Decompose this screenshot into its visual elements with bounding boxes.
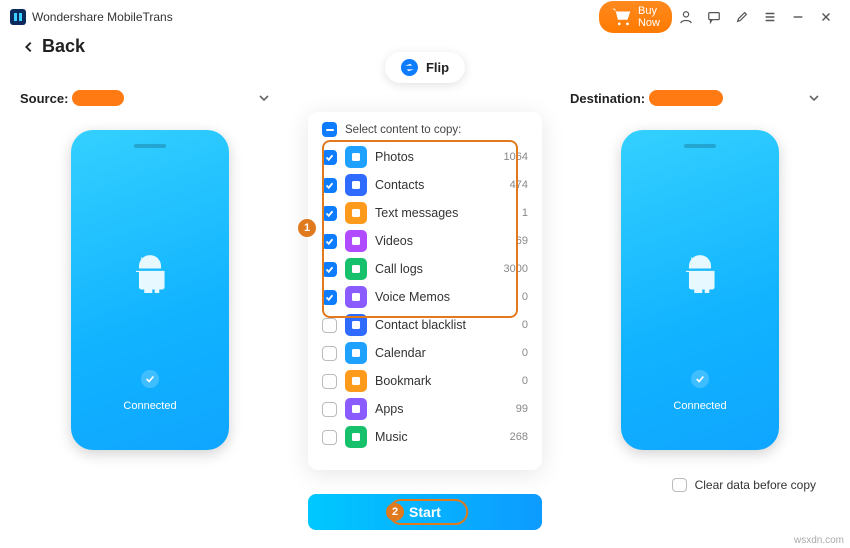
content-checkbox[interactable] — [322, 430, 337, 445]
content-name: Apps — [375, 402, 492, 416]
source-label: Source: — [20, 91, 68, 106]
check-icon — [141, 370, 159, 388]
content-checkbox[interactable] — [322, 374, 337, 389]
titlebar: Wondershare MobileTrans Buy Now — [0, 0, 850, 34]
content-count: 0 — [500, 319, 528, 331]
watermark: wsxdn.com — [794, 535, 844, 546]
start-button[interactable]: Start 2 — [308, 494, 542, 530]
menu-icon[interactable] — [756, 3, 784, 31]
buy-now-button[interactable]: Buy Now — [599, 1, 672, 33]
android-icon — [129, 252, 171, 294]
content-name: Calendar — [375, 346, 492, 360]
destination-selector[interactable]: Destination: — [570, 90, 830, 106]
content-name: Bookmark — [375, 374, 492, 388]
select-header: Select content to copy: — [345, 124, 461, 136]
destination-label: Destination: — [570, 91, 645, 106]
select-all-checkbox[interactable] — [322, 122, 337, 137]
app-icon — [10, 9, 26, 25]
swap-icon — [401, 59, 418, 76]
content-count: 0 — [500, 347, 528, 359]
chevron-down-icon — [808, 92, 820, 104]
content-type-icon — [345, 370, 367, 392]
annotation-badge-2: 2 — [386, 503, 404, 521]
annotation-box-1 — [322, 140, 518, 318]
source-status: Connected — [71, 400, 229, 412]
annotation-badge-1: 1 — [298, 219, 316, 237]
cart-icon — [611, 6, 633, 28]
feedback-icon[interactable] — [700, 3, 728, 31]
app-title: Wondershare MobileTrans — [32, 10, 173, 24]
content-row: Calendar 0 — [312, 339, 538, 367]
content-checkbox[interactable] — [322, 402, 337, 417]
source-selector[interactable]: Source: — [20, 90, 280, 106]
source-phone: Connected — [71, 130, 229, 450]
close-button[interactable] — [812, 3, 840, 31]
check-icon — [691, 370, 709, 388]
edit-icon[interactable] — [728, 3, 756, 31]
destination-status: Connected — [621, 400, 779, 412]
clear-data-checkbox[interactable] — [672, 478, 687, 492]
content-checkbox[interactable] — [322, 346, 337, 361]
chevron-left-icon — [22, 40, 36, 54]
content-name: Contact blacklist — [375, 318, 492, 332]
back-button[interactable]: Back — [22, 36, 85, 57]
content-type-icon — [345, 342, 367, 364]
destination-device-name — [649, 90, 723, 106]
clear-data-option[interactable]: Clear data before copy — [672, 478, 816, 492]
source-device-name — [72, 90, 124, 106]
clear-data-label: Clear data before copy — [695, 478, 816, 492]
minimize-button[interactable] — [784, 3, 812, 31]
content-type-icon — [345, 426, 367, 448]
content-type-icon — [345, 398, 367, 420]
account-icon[interactable] — [672, 3, 700, 31]
content-count: 99 — [500, 403, 528, 415]
content-row: Music 268 — [312, 423, 538, 451]
android-icon — [679, 252, 721, 294]
content-row: Bookmark 0 — [312, 367, 538, 395]
flip-label: Flip — [426, 60, 449, 75]
content-count: 0 — [500, 375, 528, 387]
buy-now-label: Buy Now — [638, 5, 660, 29]
content-row: Apps 99 — [312, 395, 538, 423]
chevron-down-icon — [258, 92, 270, 104]
content-count: 268 — [500, 431, 528, 443]
back-label: Back — [42, 36, 85, 57]
destination-phone: Connected — [621, 130, 779, 450]
flip-button[interactable]: Flip — [385, 52, 465, 83]
content-checkbox[interactable] — [322, 318, 337, 333]
content-name: Music — [375, 430, 492, 444]
